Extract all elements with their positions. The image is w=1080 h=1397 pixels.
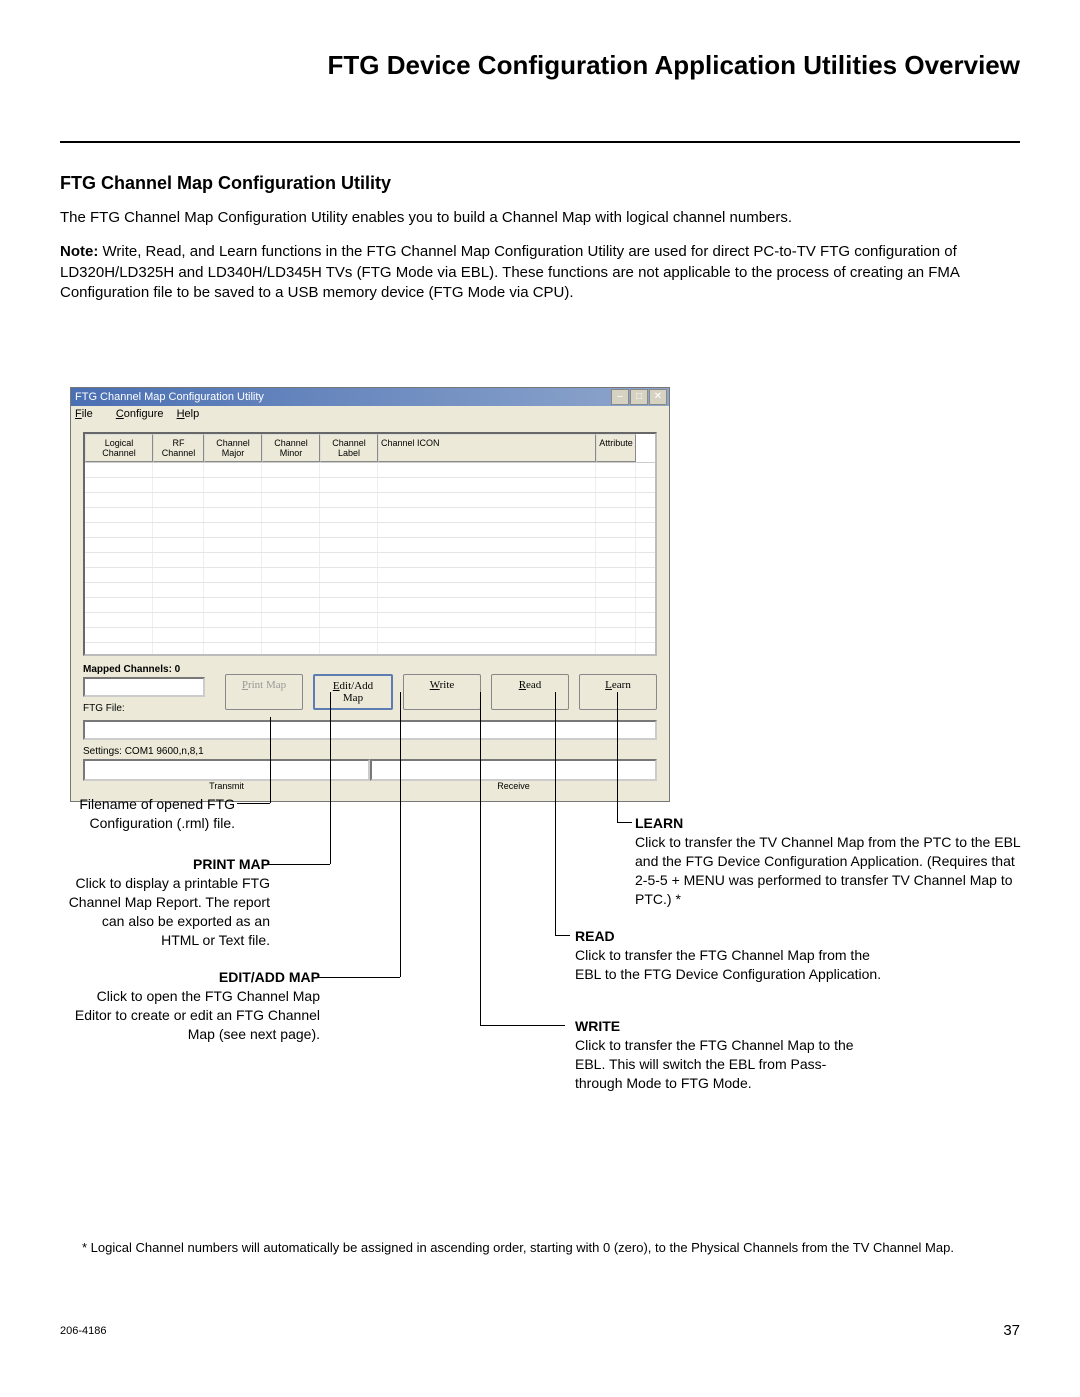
page: FTG Device Configuration Application Uti…: [0, 0, 1080, 1397]
connector-line: [555, 692, 556, 935]
footnote: * Logical Channel numbers will automatic…: [82, 1239, 954, 1257]
connector-line: [617, 822, 632, 823]
content-area: FTG Device Configuration Application Uti…: [0, 0, 1080, 303]
menu-help[interactable]: Help: [177, 408, 200, 420]
grid-header-row: Logical Channel RF Channel Channel Major…: [85, 434, 655, 463]
callout-editadd: EDIT/ADD MAP Click to open the FTG Chann…: [60, 968, 320, 1044]
maximize-button[interactable]: □: [630, 389, 648, 405]
mapped-channels-field: [83, 677, 205, 697]
connector-line: [617, 692, 618, 822]
window-title: FTG Channel Map Configuration Utility: [75, 391, 611, 403]
connector-line: [400, 692, 401, 977]
page-number: 37: [1003, 1322, 1020, 1339]
button-row: Print Map Edit/Add Map Write Read Learn: [225, 664, 657, 710]
col-channel-major[interactable]: Channel Major: [204, 434, 262, 462]
callout-body: Click to transfer the FTG Channel Map to…: [575, 1037, 854, 1091]
section-note: Note: Write, Read, and Learn functions i…: [60, 242, 1020, 303]
settings-label: Settings: COM1 9600,n,8,1: [83, 746, 657, 757]
channel-grid[interactable]: Logical Channel RF Channel Channel Major…: [83, 432, 657, 656]
app-window: FTG Channel Map Configuration Utility ‒ …: [70, 387, 670, 802]
col-channel-label[interactable]: Channel Label: [320, 434, 378, 462]
callout-title: EDIT/ADD MAP: [219, 969, 320, 985]
callout-filename: Filename of opened FTG Configuration (.r…: [60, 795, 235, 833]
table-row: [85, 478, 655, 493]
callout-title: READ: [575, 928, 615, 944]
menubar: File Configure Help: [71, 406, 669, 422]
col-channel-icon[interactable]: Channel ICON: [378, 434, 596, 462]
table-row: [85, 583, 655, 598]
col-rf-channel[interactable]: RF Channel: [153, 434, 204, 462]
mapped-channels-label: Mapped Channels: 0: [83, 664, 205, 675]
table-row: [85, 463, 655, 478]
col-attribute[interactable]: Attribute: [596, 434, 636, 462]
window-titlebar[interactable]: FTG Channel Map Configuration Utility ‒ …: [71, 388, 669, 406]
callout-learn: LEARN Click to transfer the TV Channel M…: [635, 814, 1025, 908]
connector-line: [480, 1025, 495, 1026]
table-row: [85, 598, 655, 613]
section-paragraph: The FTG Channel Map Configuration Utilit…: [60, 208, 1020, 228]
close-button[interactable]: ✕: [649, 389, 667, 405]
grid-rows: [85, 463, 655, 654]
connector-line: [265, 864, 330, 865]
table-row: [85, 643, 655, 654]
doc-number: 206-4186: [60, 1325, 107, 1337]
connector-line: [270, 717, 271, 803]
table-row: [85, 538, 655, 553]
left-info: Mapped Channels: 0 FTG File:: [83, 664, 205, 716]
col-channel-minor[interactable]: Channel Minor: [262, 434, 320, 462]
callout-body: Click to open the FTG Channel Map Editor…: [75, 988, 320, 1042]
menu-file[interactable]: File: [75, 408, 103, 420]
callout-write: WRITE Click to transfer the FTG Channel …: [575, 1017, 865, 1093]
table-row: [85, 523, 655, 538]
note-body: Write, Read, and Learn functions in the …: [60, 243, 959, 301]
table-row: [85, 568, 655, 583]
table-row: [85, 628, 655, 643]
write-button[interactable]: Write: [403, 674, 481, 710]
txrx-row: [83, 759, 657, 781]
horizontal-rule: [60, 141, 1020, 143]
connector-line: [555, 935, 570, 936]
page-title: FTG Device Configuration Application Uti…: [60, 50, 1020, 81]
read-button[interactable]: Read: [491, 674, 569, 710]
connector-line: [330, 692, 331, 864]
txrx-labels: Transmit Receive: [83, 781, 657, 791]
menu-configure[interactable]: Configure: [116, 408, 164, 420]
receive-field: [370, 759, 657, 781]
transmit-label: Transmit: [83, 781, 370, 791]
app-body: Logical Channel RF Channel Channel Major…: [71, 422, 669, 801]
connector-line: [480, 692, 481, 1025]
receive-label: Receive: [370, 781, 657, 791]
ftg-file-field[interactable]: [83, 720, 657, 740]
minimize-button[interactable]: ‒: [611, 389, 629, 405]
ftg-file-label: FTG File:: [83, 703, 205, 714]
section-heading: FTG Channel Map Configuration Utility: [60, 173, 1020, 194]
callout-body: Click to transfer the FTG Channel Map fr…: [575, 947, 881, 982]
learn-button[interactable]: Learn: [579, 674, 657, 710]
print-map-button[interactable]: Print Map: [225, 674, 303, 710]
table-row: [85, 613, 655, 628]
note-label: Note:: [60, 243, 98, 260]
callout-printmap: PRINT MAP Click to display a printable F…: [60, 855, 270, 949]
callout-title: PRINT MAP: [193, 856, 270, 872]
transmit-field: [83, 759, 370, 781]
table-row: [85, 493, 655, 508]
col-logical-channel[interactable]: Logical Channel: [85, 434, 153, 462]
callout-title: LEARN: [635, 815, 683, 831]
callout-title: WRITE: [575, 1018, 620, 1034]
connector-line: [495, 1025, 565, 1026]
table-row: [85, 553, 655, 568]
window-controls: ‒ □ ✕: [611, 389, 667, 405]
callout-body: Click to transfer the TV Channel Map fro…: [635, 834, 1020, 907]
callout-read: READ Click to transfer the FTG Channel M…: [575, 927, 895, 984]
connector-line: [237, 803, 270, 804]
connector-line: [318, 977, 400, 978]
below-grid: Mapped Channels: 0 FTG File: Print Map E…: [83, 664, 657, 716]
edit-add-map-button[interactable]: Edit/Add Map: [313, 674, 393, 710]
table-row: [85, 508, 655, 523]
callout-body: Click to display a printable FTG Channel…: [69, 875, 270, 948]
